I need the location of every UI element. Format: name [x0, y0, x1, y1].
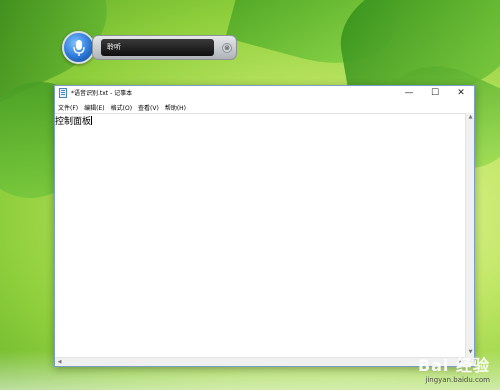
menu-format[interactable]: 格式(O) [108, 102, 135, 112]
close-button[interactable]: ✕ [448, 86, 474, 101]
editor-content: 控制面板 [55, 116, 93, 127]
text-caret [91, 116, 93, 125]
notepad-icon [59, 88, 67, 98]
minimize-button[interactable]: — [396, 86, 422, 101]
speech-status-bar: 聆听 ⊗ [92, 35, 237, 60]
notepad-window: *语音识别.txt - 记事本 — ☐ ✕ 文件(F) 编辑(E) 格式(O) … [54, 85, 475, 367]
watermark-logo: Bai 经验 [417, 356, 490, 375]
window-title: *语音识别.txt - 记事本 [71, 90, 133, 97]
speech-status-text: 聆听 [101, 39, 214, 56]
horizontal-scrollbar[interactable]: ◀ ▶ [55, 357, 465, 366]
menu-help[interactable]: 帮助(H) [162, 102, 189, 112]
scroll-up-icon[interactable]: ▲ [466, 113, 475, 122]
menu-view[interactable]: 查看(V) [135, 102, 162, 112]
vertical-scrollbar[interactable]: ▲ ▼ [465, 113, 474, 357]
text-editor[interactable]: 控制面板 [55, 113, 465, 357]
title-bar[interactable]: *语音识别.txt - 记事本 — ☐ ✕ [55, 86, 474, 101]
microphone-icon [72, 39, 85, 56]
baidu-watermark: Bai 经验 jingyan.baidu.com [418, 352, 490, 384]
scroll-left-icon[interactable]: ◀ [55, 358, 64, 367]
maximize-button[interactable]: ☐ [422, 86, 448, 101]
microphone-button[interactable] [62, 31, 95, 64]
speech-close-button[interactable]: ⊗ [222, 43, 232, 53]
menu-file[interactable]: 文件(F) [55, 102, 81, 112]
speech-recognition-widget: 聆听 ⊗ [62, 31, 238, 64]
menu-bar: 文件(F) 编辑(E) 格式(O) 查看(V) 帮助(H) [55, 102, 474, 112]
menu-edit[interactable]: 编辑(E) [81, 102, 107, 112]
watermark-url: jingyan.baidu.com [425, 376, 490, 384]
